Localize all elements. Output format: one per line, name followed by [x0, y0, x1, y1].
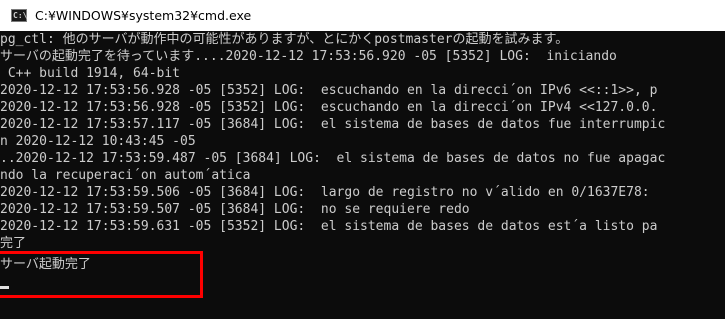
console-line: C++ build 1914, 64-bit	[0, 66, 181, 81]
console-line: 2020-12-12 17:53:56.928 -05 [5352] LOG: …	[0, 83, 658, 98]
console-line: pg_ctl: 他のサーバが動作中の可能性がありますが、とにかくpostmast…	[0, 32, 569, 47]
cmd-icon[interactable]: C:\	[11, 9, 27, 22]
console-line: 2020-12-12 17:53:56.928 -05 [5352] LOG: …	[0, 100, 658, 115]
console-line: 2020-12-12 17:53:59.507 -05 [3684] LOG: …	[0, 202, 470, 217]
console-line: 2020-12-12 17:53:59.506 -05 [3684] LOG: …	[0, 185, 650, 200]
window-title: C:¥WINDOWS¥system32¥cmd.exe	[35, 8, 252, 23]
highlight-box	[0, 251, 203, 298]
console-line: サーバの起動完了を待っています....2020-12-12 17:53:56.9…	[0, 49, 617, 64]
console-line: n 2020-12-12 10:43:45 -05	[0, 134, 196, 149]
title-bar[interactable]: C:\ C:¥WINDOWS¥system32¥cmd.exe	[0, 0, 725, 31]
console-line: 完了	[0, 236, 27, 251]
console-output[interactable]: pg_ctl: 他のサーバが動作中の可能性がありますが、とにかくpostmast…	[0, 31, 725, 319]
console-line: 2020-12-12 17:53:57.117 -05 [3684] LOG: …	[0, 117, 666, 132]
console-line: 2020-12-12 17:53:59.631 -05 [5352] LOG: …	[0, 219, 658, 234]
console-line: ndo la recuperaci´on autom´atica	[0, 168, 251, 183]
console-line: ..2020-12-12 17:53:59.487 -05 [3684] LOG…	[0, 151, 666, 166]
